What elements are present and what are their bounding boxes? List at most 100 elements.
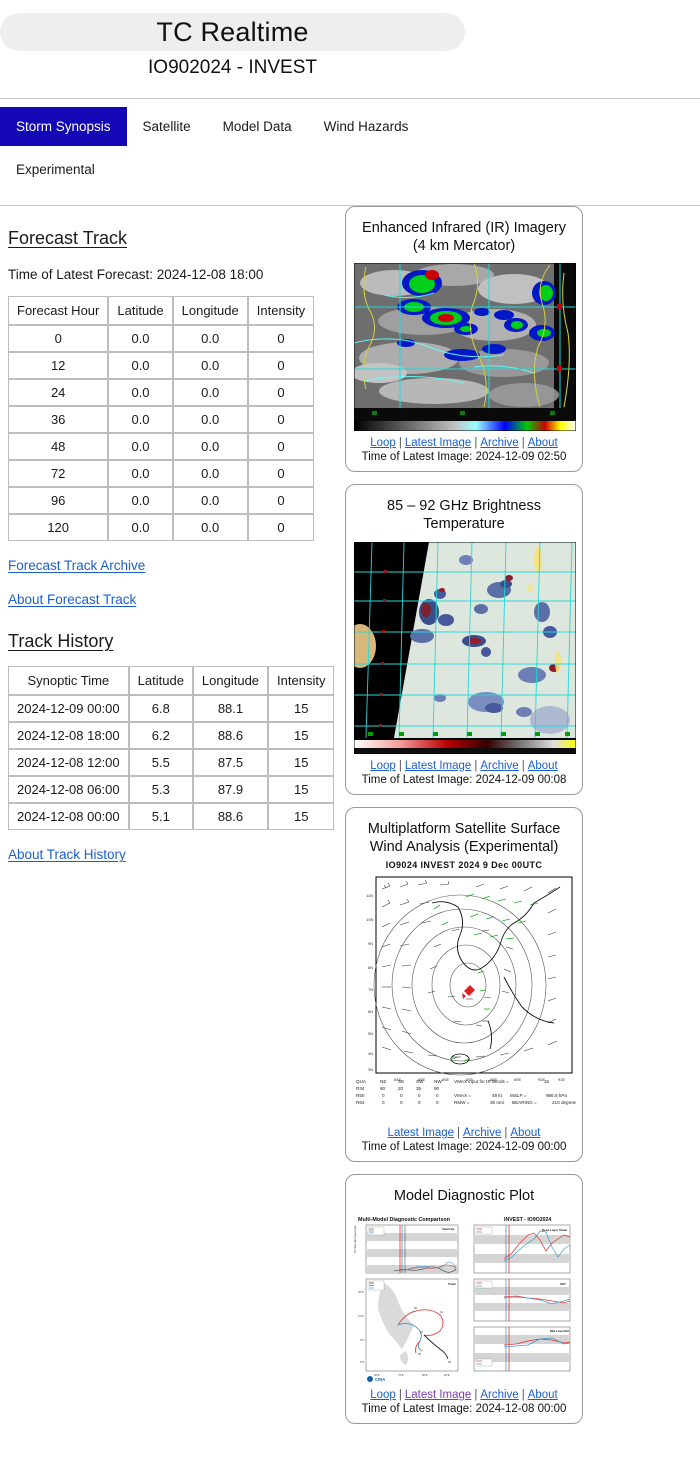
cell-int: 0 — [247, 514, 315, 541]
model-archive-link[interactable]: Archive — [480, 1389, 518, 1401]
cell-int: 0 — [247, 460, 315, 487]
ir-latest-image-link[interactable]: Latest Image — [405, 437, 471, 449]
cell-lon: 87.9 — [192, 776, 269, 803]
sep: | — [521, 759, 525, 772]
cell-lon: 87.5 — [192, 749, 269, 776]
link-forecast-track-archive[interactable]: Forecast Track Archive — [8, 558, 145, 573]
model-about-link[interactable]: About — [528, 1389, 558, 1401]
sep: | — [474, 759, 478, 772]
svg-text:MSLP =: MSLP = — [510, 1093, 527, 1098]
cell-lon: 0.0 — [172, 514, 248, 541]
svg-text:5N: 5N — [368, 1031, 373, 1036]
cell-int: 15 — [268, 722, 335, 749]
col-synoptic-time: Synoptic Time — [8, 666, 129, 695]
cell-lat: 6.2 — [128, 722, 193, 749]
cell-hour: 72 — [8, 460, 109, 487]
cell-lat: 0.0 — [108, 514, 173, 541]
svg-text:70°E: 70°E — [398, 1373, 404, 1377]
svg-text:89E: 89E — [514, 1077, 521, 1082]
cell-int: 15 — [268, 803, 335, 830]
wind-archive-link[interactable]: Archive — [463, 1127, 501, 1139]
ir-about-link[interactable]: About — [528, 437, 558, 449]
cell-time: 2024-12-08 18:00 — [8, 722, 129, 749]
wind-latest-image-link[interactable]: Latest Image — [388, 1127, 454, 1139]
microwave-latest-image-link[interactable]: Latest Image — [405, 760, 471, 772]
tab-satellite[interactable]: Satellite — [127, 107, 207, 146]
microwave-archive-link[interactable]: Archive — [480, 760, 518, 772]
cell-int: 0 — [247, 487, 315, 514]
sep: | — [398, 437, 402, 450]
cell-lat: 6.8 — [128, 695, 193, 722]
link-about-track-history[interactable]: About Track History — [8, 847, 126, 862]
model-loop-link[interactable]: Loop — [370, 1389, 396, 1401]
tab-storm-synopsis[interactable]: Storm Synopsis — [0, 107, 127, 146]
svg-text:20: 20 — [398, 1086, 404, 1091]
sep: | — [504, 1126, 508, 1139]
forecast-track-table: Forecast Hour Latitude Longitude Intensi… — [8, 296, 315, 541]
cell-hour: 48 — [8, 433, 109, 460]
sep: | — [398, 1388, 402, 1401]
cell-lat: 0.0 — [108, 352, 173, 379]
svg-text:0: 0 — [436, 1100, 439, 1105]
tab-experimental[interactable]: Experimental — [0, 150, 111, 189]
cell-int: 15 — [268, 776, 335, 803]
svg-text:5°S: 5°S — [360, 1360, 364, 1364]
tab-model-data[interactable]: Model Data — [207, 107, 308, 146]
col-longitude: Longitude — [172, 296, 248, 325]
wind-subtitle: IO9024 INVEST 2024 9 Dec 00UTC — [385, 859, 543, 870]
sep: | — [474, 1388, 478, 1401]
col-intensity: Intensity — [268, 666, 335, 695]
svg-text:11N: 11N — [366, 893, 373, 898]
model-latest-image-link[interactable]: Latest Image — [405, 1389, 471, 1401]
cell-lat: 0.0 — [108, 433, 173, 460]
ir-loop-link[interactable]: Loop — [370, 437, 396, 449]
panel-microwave-brightness: 85 – 92 GHz Brightness Temperature Loop … — [345, 484, 583, 795]
tab-bar: Storm Synopsis Satellite Model Data Wind… — [0, 99, 700, 206]
ir-latest-time: Time of Latest Image: 2024-12-09 02:50 — [361, 451, 567, 464]
svg-text:INVEST - IO9O2024: INVEST - IO9O2024 — [504, 1217, 551, 1223]
svg-text:Mid Level RH: Mid Level RH — [550, 1329, 569, 1333]
cell-int: 0 — [247, 379, 315, 406]
sep: | — [457, 1126, 461, 1139]
sep: | — [474, 437, 478, 450]
panel-title-model: Model Diagnostic Plot — [393, 1187, 535, 1204]
surface-wind-analysis-image[interactable]: 11N10N 9N8N 7N6N 5N4N 3N 84E 85E 86E 87E 8… — [354, 872, 576, 1121]
page-title: TC Realtime — [156, 16, 309, 47]
svg-text:90: 90 — [380, 1086, 386, 1091]
microwave-brightness-image[interactable] — [354, 541, 576, 754]
cell-lat: 5.3 — [128, 776, 193, 803]
svg-text:90: 90 — [434, 1086, 440, 1091]
svg-text:SST: SST — [560, 1282, 566, 1286]
ir-satellite-image[interactable] — [354, 263, 576, 432]
cell-lon: 0.0 — [172, 379, 248, 406]
svg-text:90°E: 90°E — [444, 1373, 450, 1377]
svg-text:RMW =: RMW = — [454, 1100, 470, 1105]
table-header-row: Forecast Hour Latitude Longitude Intensi… — [8, 296, 315, 325]
svg-text:QUA: QUA — [356, 1079, 367, 1084]
model-diagnostic-image[interactable]: Multi-Model Diagnostic Comparison INVEST… — [354, 1212, 576, 1383]
ir-archive-link[interactable]: Archive — [480, 437, 518, 449]
cira-logo-text: CIRA — [375, 1377, 385, 1382]
table-row: 24 0.0 0.0 0 — [8, 379, 315, 406]
microwave-loop-link[interactable]: Loop — [370, 760, 396, 772]
table-row: 72 0.0 0.0 0 — [8, 460, 315, 487]
table-row: 120 0.0 0.0 0 — [8, 514, 315, 541]
table-row: 48 0.0 0.0 0 — [8, 433, 315, 460]
svg-text:0: 0 — [418, 1093, 421, 1098]
cell-time: 2024-12-09 00:00 — [8, 695, 129, 722]
cell-hour: 120 — [8, 514, 109, 541]
svg-text:SW: SW — [416, 1079, 424, 1084]
svg-text:25°N: 25°N — [358, 1290, 364, 1294]
svg-text:0: 0 — [418, 1100, 421, 1105]
svg-text:7N: 7N — [368, 987, 373, 992]
link-about-forecast-track[interactable]: About Forecast Track — [8, 592, 136, 607]
svg-text:R50: R50 — [356, 1093, 365, 1098]
wind-about-link[interactable]: About — [510, 1127, 540, 1139]
cell-lon: 0.0 — [172, 352, 248, 379]
svg-text:R64: R64 — [356, 1100, 365, 1105]
table-header-row: Synoptic Time Latitude Longitude Intensi… — [8, 666, 335, 695]
tab-wind-hazards[interactable]: Wind Hazards — [308, 107, 425, 146]
cell-lat: 0.0 — [108, 325, 173, 352]
microwave-about-link[interactable]: About — [528, 760, 558, 772]
wind-latest-time: Time of Latest Image: 2024-12-09 00:00 — [361, 1140, 567, 1153]
